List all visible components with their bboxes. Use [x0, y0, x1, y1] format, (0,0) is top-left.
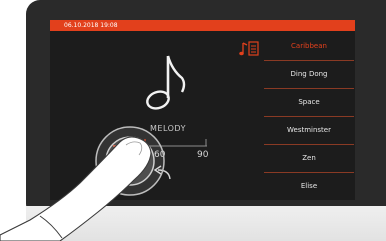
finger-illustration: [0, 136, 152, 241]
